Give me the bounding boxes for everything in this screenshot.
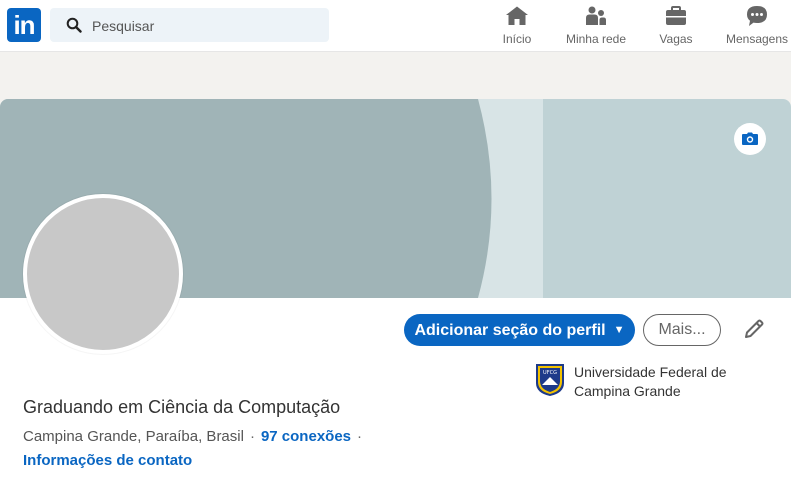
nav-item-jobs[interactable]: Vagas [658,4,694,48]
education-name[interactable]: Universidade Federal de Campina Grande [574,363,744,401]
messaging-icon [747,6,767,26]
home-icon [506,6,528,25]
top-nav-bar: in Início Minha rede Vagas [0,0,791,52]
nav-item-label: Mensagens [725,32,789,46]
nav-item-network[interactable]: Minha rede [564,4,628,48]
separator-dot: · [357,428,363,445]
svg-text:UFCG: UFCG [543,370,557,376]
separator-dot: · [249,428,255,445]
add-profile-section-button[interactable]: Adicionar seção do perfil ▼ [404,314,635,346]
network-icon [586,6,606,25]
nav-item-label: Minha rede [565,32,627,46]
location-text: Campina Grande, Paraíba, Brasil [23,428,244,445]
profile-card: Adicionar seção do perfil ▼ Mais... UFCG … [0,99,791,499]
nav-item-label: Início [502,32,532,46]
university-logo[interactable]: UFCG [534,363,566,397]
nav-item-messaging[interactable]: Mensagens [724,4,790,48]
edit-cover-button[interactable] [734,123,766,155]
nav-item-home[interactable]: Início [500,4,534,48]
contact-info-link[interactable]: Informações de contato [23,452,192,469]
pencil-icon[interactable] [742,317,766,341]
add-profile-section-label: Adicionar seção do perfil [414,322,606,339]
search-input[interactable] [90,8,324,44]
connections-link[interactable]: 97 conexões [261,428,351,445]
linkedin-logo[interactable]: in [7,8,41,42]
nav-item-label: Vagas [659,32,693,46]
camera-icon [742,132,758,145]
more-button[interactable]: Mais... [643,314,721,346]
profile-photo[interactable] [23,194,183,354]
search-box[interactable] [50,8,329,44]
caret-down-icon: ▼ [613,324,625,336]
profile-headline: Graduando em Ciência da Computação [23,397,341,417]
location-line: Campina Grande, Paraíba, Brasil · 97 conex… [23,428,368,445]
search-icon [66,17,82,33]
briefcase-icon [666,6,686,25]
